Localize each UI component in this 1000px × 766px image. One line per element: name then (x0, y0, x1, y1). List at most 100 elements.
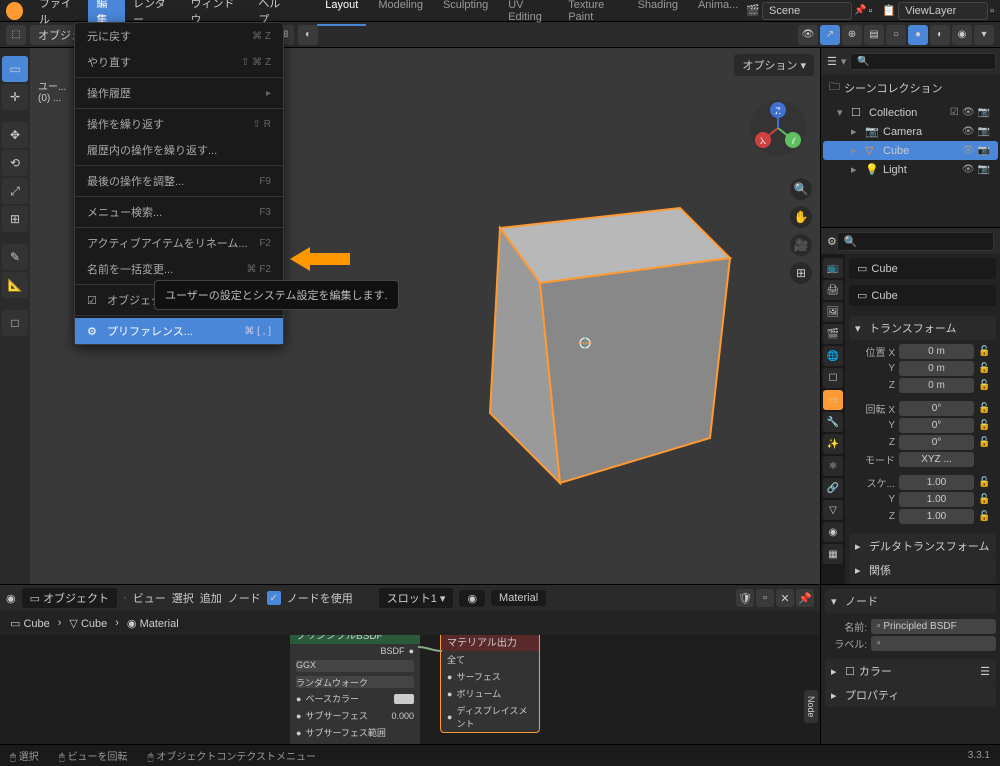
object-data-field[interactable]: ▭ Cube (849, 285, 996, 306)
tab-particles[interactable]: ✨ (823, 434, 843, 454)
outliner-search[interactable] (850, 53, 996, 70)
browse-viewlayer-icon[interactable]: 📋 (882, 4, 896, 17)
outliner-scene-collection[interactable]: 🗀 シーンコレクション (821, 74, 1000, 101)
output-node[interactable]: マテリアル出力 全て ● サーフェス ● ボリューム ● ディスプレイスメント (440, 635, 540, 733)
lock-icon[interactable]: 🔓 (978, 511, 992, 522)
node-canvas[interactable]: プリンシプルBSDF BSDF ● GGX ランダムウォーク ● ベースカラー … (0, 635, 820, 744)
disclosure-icon[interactable]: ▸ (851, 125, 861, 138)
overlay-icon[interactable]: ⊕ (842, 25, 862, 45)
panel-relations[interactable]: ▸関係 (849, 558, 996, 582)
disclosure-icon[interactable]: ▸ (851, 163, 861, 176)
menu-undo[interactable]: 元に戻す⌘ Z (75, 23, 283, 49)
node-editor-type-icon[interactable]: ◉ (6, 592, 16, 605)
disclosure-icon[interactable]: ▾ (837, 106, 847, 119)
xray-icon[interactable]: ▤ (864, 25, 884, 45)
tab-output[interactable]: 🖨 (823, 280, 843, 300)
new-scene-icon[interactable]: ▫ (868, 5, 872, 17)
new-material-icon[interactable]: ▫ (756, 589, 774, 607)
outliner-cube[interactable]: ▸ ▽ Cube 👁📷 (823, 141, 998, 160)
tab-layout[interactable]: Layout (317, 0, 366, 26)
node-property-panel[interactable]: ▸プロパティ (825, 683, 996, 707)
node-panel-header[interactable]: ▾ノード (825, 589, 996, 613)
tool-transform[interactable]: ⊞ (2, 206, 28, 232)
tab-material[interactable]: ◉ (823, 522, 843, 542)
lock-icon[interactable]: 🔓 (978, 477, 992, 488)
tab-data[interactable]: ▽ (823, 500, 843, 520)
menu-repeat[interactable]: 操作を繰り返す⇧ R (75, 111, 283, 137)
move-view-icon[interactable]: ✋ (790, 206, 812, 228)
render-icon[interactable]: 📷 (978, 107, 990, 118)
editor-type-icon[interactable]: ⬚ (6, 25, 26, 45)
rot-y[interactable]: 0° (899, 418, 974, 433)
lock-icon[interactable]: 🔓 (978, 380, 992, 391)
lock-icon[interactable]: 🔓 (978, 437, 992, 448)
new-viewlayer-icon[interactable]: ▫ (990, 5, 994, 17)
menu-redo[interactable]: やり直す⇧ ⌘ Z (75, 49, 283, 75)
use-nodes-checkbox[interactable]: ✓ (267, 591, 281, 605)
node-menu-add[interactable]: 追加 (200, 590, 222, 606)
menu-adjust-last[interactable]: 最後の操作を調整...F9 (75, 168, 283, 194)
tool-select-box[interactable]: ▭ (2, 56, 28, 82)
tool-move[interactable]: ✥ (2, 122, 28, 148)
menu-batch-rename[interactable]: 名前を一括変更...⌘ F2 (75, 256, 283, 282)
tab-world[interactable]: 🌐 (823, 346, 843, 366)
rotation-mode[interactable]: XYZ ... (899, 452, 974, 467)
loc-x[interactable]: 0 m (899, 344, 974, 359)
tool-measure[interactable]: 📐 (2, 272, 28, 298)
perspective-icon[interactable]: ⊞ (790, 262, 812, 284)
visibility-icon[interactable]: 👁 (798, 25, 818, 45)
eye-icon[interactable]: 👁 (962, 164, 975, 175)
scale-z[interactable]: 1.00 (899, 509, 974, 524)
eye-icon[interactable]: 👁 (962, 126, 975, 137)
node-menu-view[interactable]: ビュー (133, 590, 166, 606)
breadcrumb-cube[interactable]: ▭ Cube (10, 617, 50, 630)
loc-z[interactable]: 0 m (899, 378, 974, 393)
lock-icon[interactable]: 🔓 (978, 420, 992, 431)
node-sidebar-tab[interactable]: Node (804, 690, 818, 724)
slot-dropdown[interactable]: スロット1 ▾ (379, 588, 454, 608)
menu-repeat-history[interactable]: 履歴内の操作を繰り返す... (75, 137, 283, 163)
menu-search[interactable]: メニュー検索...F3 (75, 199, 283, 225)
panel-collections[interactable]: ▸コレクション (849, 582, 996, 584)
scale-x[interactable]: 1.00 (899, 475, 974, 490)
tab-sculpting[interactable]: Sculpting (435, 0, 496, 26)
shading-render-icon[interactable]: ◉ (952, 25, 972, 45)
tab-constraints[interactable]: 🔗 (823, 478, 843, 498)
node-label-field[interactable]: ▫ (871, 636, 996, 651)
checkbox-icon[interactable]: ☑ (950, 107, 959, 118)
tab-modeling[interactable]: Modeling (370, 0, 431, 26)
proportional-icon[interactable]: ◐ (298, 25, 318, 45)
tool-scale[interactable]: ⤢ (2, 178, 28, 204)
shading-matpreview-icon[interactable]: ◐ (930, 25, 950, 45)
pin-node-icon[interactable]: 📌 (796, 589, 814, 607)
shading-solid-icon[interactable]: ● (908, 25, 928, 45)
scene-name-input[interactable] (762, 2, 852, 20)
bsdf-node[interactable]: プリンシプルBSDF BSDF ● GGX ランダムウォーク ● ベースカラー … (290, 635, 420, 744)
browse-scene-icon[interactable]: 🎬 (746, 4, 760, 17)
loc-y[interactable]: 0 m (899, 361, 974, 376)
lock-icon[interactable]: 🔓 (978, 363, 992, 374)
shading-wire-icon[interactable]: ○ (886, 25, 906, 45)
tool-add-cube[interactable]: □ (2, 310, 28, 336)
node-menu-node[interactable]: ノード (228, 590, 261, 606)
shading-dropdown-icon[interactable]: ▾ (974, 25, 994, 45)
render-icon[interactable]: 📷 (978, 164, 990, 175)
node-mode-dropdown[interactable]: ▭ オブジェクト (22, 588, 117, 608)
node-color-panel[interactable]: ▸☐ カラー☰ (825, 659, 996, 683)
disclosure-icon[interactable]: ▸ (851, 144, 861, 157)
nav-gizmo[interactable]: X Y Z (748, 98, 808, 158)
fake-user-icon[interactable]: 🛡 (736, 589, 754, 607)
render-icon[interactable]: 📷 (978, 145, 990, 156)
render-icon[interactable]: 📷 (978, 126, 990, 137)
tab-texture[interactable]: ▦ (823, 544, 843, 564)
object-name-field[interactable]: ▭ Cube (849, 258, 996, 279)
node-name-field[interactable]: ▫ Principled BSDF (871, 619, 996, 634)
rot-z[interactable]: 0° (899, 435, 974, 450)
breadcrumb-material[interactable]: ◉ Material (127, 617, 179, 630)
gizmo-toggle-icon[interactable]: ↗ (820, 25, 840, 45)
breadcrumb-mesh[interactable]: ▽ Cube (69, 617, 107, 630)
tab-render[interactable]: 📺 (823, 258, 843, 278)
tab-uvediting[interactable]: UV Editing (500, 0, 556, 26)
tool-rotate[interactable]: ⟲ (2, 150, 28, 176)
tab-shading[interactable]: Shading (630, 0, 686, 26)
